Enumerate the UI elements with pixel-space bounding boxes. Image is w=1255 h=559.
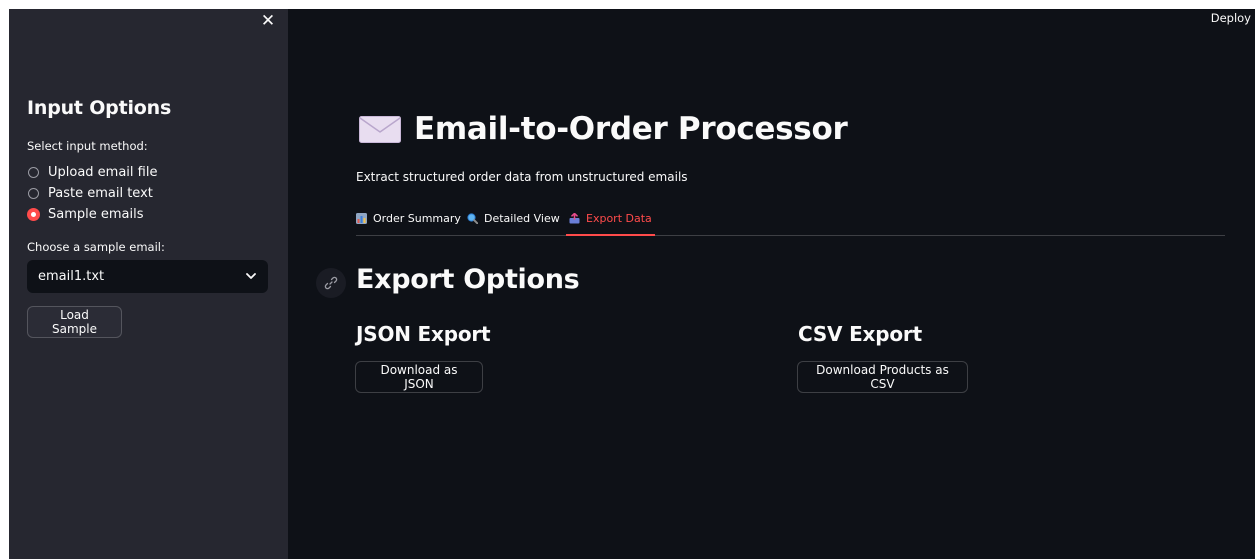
magnifier-icon: [467, 213, 479, 225]
app-window: ✕ Input Options Select input method: Upl…: [9, 9, 1255, 559]
page-title: Email-to-Order Processor: [359, 111, 848, 147]
json-export-heading: JSON Export: [356, 322, 491, 346]
csv-export-heading: CSV Export: [798, 322, 922, 346]
tab-order-summary[interactable]: Order Summary: [356, 207, 461, 235]
page-title-text: Email-to-Order Processor: [414, 111, 848, 147]
envelope-icon: [359, 115, 401, 143]
input-method-radio-group: Upload email file Paste email text Sampl…: [27, 162, 157, 225]
sample-email-label: Choose a sample email:: [27, 240, 165, 254]
export-options-heading: Export Options: [356, 264, 580, 295]
tab-label: Export Data: [586, 212, 652, 225]
sidebar: ✕ Input Options Select input method: Upl…: [9, 9, 288, 559]
link-icon[interactable]: [316, 268, 346, 298]
radio-label: Sample emails: [48, 207, 144, 222]
bar-chart-icon: [356, 213, 367, 224]
radio-label: Paste email text: [48, 186, 153, 201]
download-json-button[interactable]: Download as JSON: [355, 361, 483, 393]
tab-bar: Order Summary Detailed View Export Data: [356, 207, 1225, 236]
radio-button-icon[interactable]: [28, 188, 39, 199]
tab-export-data[interactable]: Export Data: [566, 207, 655, 236]
outbox-tray-icon: [569, 212, 580, 224]
radio-upload-email-file[interactable]: Upload email file: [28, 162, 157, 183]
close-icon[interactable]: ✕: [258, 11, 278, 31]
download-csv-button[interactable]: Download Products as CSV: [797, 361, 968, 393]
radio-label: Upload email file: [48, 165, 158, 180]
select-value: email1.txt: [38, 269, 105, 284]
page-subtitle: Extract structured order data from unstr…: [356, 170, 688, 184]
load-sample-button[interactable]: Load Sample: [27, 306, 122, 338]
chevron-down-icon[interactable]: [246, 272, 256, 282]
tab-detailed-view[interactable]: Detailed View: [467, 207, 560, 235]
sample-email-select[interactable]: email1.txt: [27, 260, 268, 293]
deploy-button[interactable]: Deploy: [1211, 11, 1251, 25]
radio-paste-email-text[interactable]: Paste email text: [28, 183, 157, 204]
radio-button-icon[interactable]: [28, 167, 39, 178]
tab-label: Detailed View: [484, 212, 560, 225]
tab-label: Order Summary: [373, 212, 461, 225]
radio-button-checked-icon[interactable]: [27, 208, 40, 221]
radio-sample-emails[interactable]: Sample emails: [27, 204, 157, 225]
input-method-label: Select input method:: [27, 139, 148, 153]
sidebar-title: Input Options: [27, 97, 172, 119]
